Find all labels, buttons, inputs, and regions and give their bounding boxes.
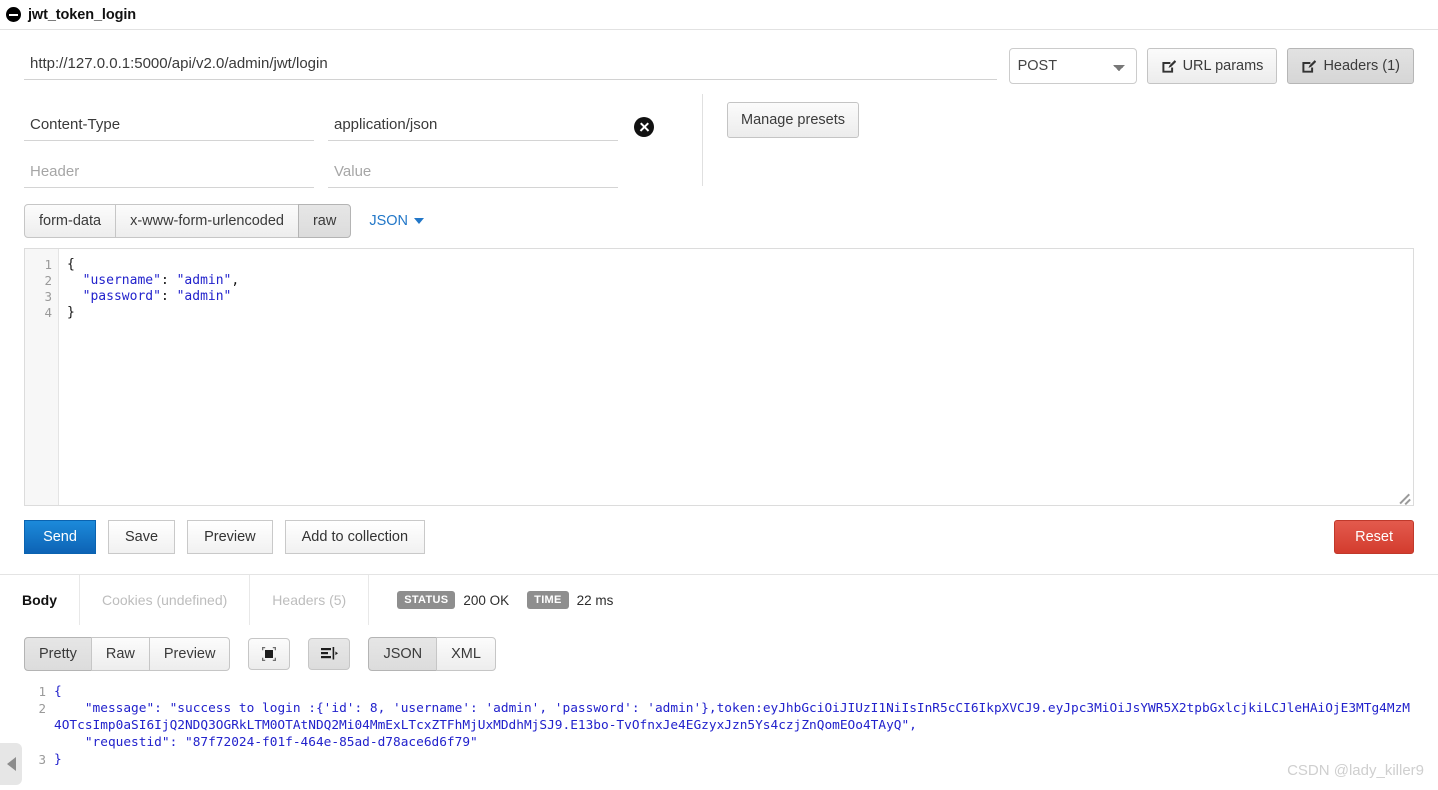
line-number: 4	[44, 305, 52, 320]
sidebar-collapse-toggle[interactable]	[0, 743, 22, 785]
page-title: jwt_token_login	[28, 6, 137, 23]
response-view-tabs: Pretty Raw Preview	[24, 637, 231, 671]
tab-cookies[interactable]: Cookies (undefined)	[80, 575, 251, 625]
code-key: "password"	[82, 289, 161, 304]
headers-button[interactable]: Headers (1)	[1287, 48, 1414, 84]
url-row-buttons: URL params Headers (1)	[1146, 48, 1414, 84]
url-params-label: URL params	[1182, 58, 1264, 74]
code-line: }	[67, 305, 75, 320]
response-code-line: "message": "success to login :{'id': 8, …	[54, 701, 1410, 733]
tab-json[interactable]: JSON	[368, 637, 438, 671]
editor-resize-handle[interactable]	[1397, 489, 1411, 503]
tab-body[interactable]: Body	[0, 575, 80, 625]
window-titlebar: jwt_token_login	[0, 0, 1438, 29]
header-row-empty	[24, 141, 684, 188]
url-input[interactable]	[24, 52, 997, 80]
line-number: 1	[44, 257, 52, 272]
response-code-line: {	[54, 684, 62, 699]
code-colon: :	[160, 273, 177, 288]
send-button[interactable]: Send	[24, 520, 96, 554]
header-value-input[interactable]	[328, 114, 618, 141]
tab-form-data[interactable]: form-data	[24, 204, 117, 238]
line-number: 3	[44, 289, 52, 304]
manage-presets-label: Manage presets	[741, 112, 845, 128]
response-meta: STATUS 200 OK TIME 22 ms	[369, 591, 623, 609]
line-number: 3	[38, 752, 46, 767]
text-wrap-icon[interactable]	[308, 638, 351, 670]
response-tabs: Body Cookies (undefined) Headers (5) STA…	[0, 575, 1438, 625]
headers-button-label: Headers (1)	[1323, 58, 1400, 74]
preview-button[interactable]: Preview	[187, 520, 273, 554]
time-badge: TIME	[527, 591, 569, 609]
response-body-code[interactable]: { "message": "success to login :{'id': 8…	[54, 683, 1414, 769]
url-params-button[interactable]: URL params	[1146, 48, 1278, 84]
editor-line-numbers: 1234	[25, 249, 59, 505]
save-button[interactable]: Save	[108, 520, 176, 554]
status-badge: STATUS	[397, 591, 456, 609]
chevron-down-icon	[414, 218, 425, 224]
header-value-input-empty[interactable]	[328, 161, 618, 188]
response-view-toolbar: Pretty Raw Preview JSON XML	[0, 625, 1438, 671]
presets-area: Manage presets	[727, 94, 859, 196]
response-body: 1234 { "message": "success to login :{'i…	[24, 683, 1414, 769]
code-key: "username"	[82, 273, 161, 288]
headers-rows	[24, 94, 684, 196]
body-type-tabs: form-data x-www-form-urlencoded raw	[24, 204, 352, 238]
response-format-tabs: JSON XML	[368, 637, 496, 671]
request-body-editor[interactable]: 1234 { "username": "admin", "password": …	[24, 248, 1414, 506]
headers-editor: Manage presets	[0, 94, 1438, 196]
manage-presets-button[interactable]: Manage presets	[727, 102, 859, 138]
response-code-line: }	[54, 752, 62, 767]
code-value: "admin"	[176, 273, 232, 288]
code-line: {	[67, 257, 75, 272]
line-number: 2	[44, 273, 52, 288]
code-comma: ,	[231, 273, 240, 288]
header-key-input[interactable]	[24, 114, 314, 141]
body-format-label: JSON	[369, 213, 409, 229]
request-actions: Send Save Preview Add to collection Rese…	[0, 506, 1438, 554]
reset-button[interactable]: Reset	[1334, 520, 1414, 554]
add-to-collection-button[interactable]: Add to collection	[284, 520, 426, 554]
watermark: CSDN @lady_killer9	[1287, 762, 1424, 779]
code-value: "admin"	[176, 289, 232, 304]
response-code-line: "requestid": "87f72024-f01f-464e-85ad-d7…	[54, 735, 478, 750]
tab-xml[interactable]: XML	[436, 637, 496, 671]
line-number: 2	[38, 701, 46, 716]
fullscreen-icon[interactable]	[248, 638, 291, 670]
tab-pretty[interactable]: Pretty	[24, 637, 92, 671]
edit-square-icon	[1161, 59, 1176, 74]
edit-square-icon	[1301, 59, 1317, 74]
triangle-left-icon	[6, 757, 16, 771]
api-client-window: jwt_token_login POST URL params	[0, 0, 1438, 790]
body-type-toolbar: form-data x-www-form-urlencoded raw JSON	[0, 196, 1438, 238]
minus-circle-icon[interactable]	[6, 7, 21, 22]
header-row	[24, 94, 684, 141]
line-number: 1	[38, 684, 46, 699]
tab-x-www-form-urlencoded[interactable]: x-www-form-urlencoded	[115, 204, 299, 238]
code-colon: :	[160, 289, 177, 304]
headers-divider	[702, 94, 703, 186]
tab-preview-response[interactable]: Preview	[148, 637, 231, 671]
close-circle-icon[interactable]	[634, 117, 654, 137]
time-value: 22 ms	[576, 592, 614, 608]
request-body-code[interactable]: { "username": "admin", "password": "admi…	[59, 249, 1413, 505]
tab-raw[interactable]: raw	[297, 204, 352, 238]
header-key-input-empty[interactable]	[24, 161, 314, 188]
http-method-select[interactable]: POST	[1008, 48, 1137, 84]
response-line-numbers: 1234	[24, 683, 54, 769]
request-url-row: POST URL params Heade	[0, 30, 1438, 88]
tab-headers[interactable]: Headers (5)	[250, 575, 370, 625]
body-format-dropdown[interactable]: JSON	[369, 213, 425, 229]
status-value: 200 OK	[463, 592, 510, 608]
tab-raw-response[interactable]: Raw	[90, 637, 150, 671]
